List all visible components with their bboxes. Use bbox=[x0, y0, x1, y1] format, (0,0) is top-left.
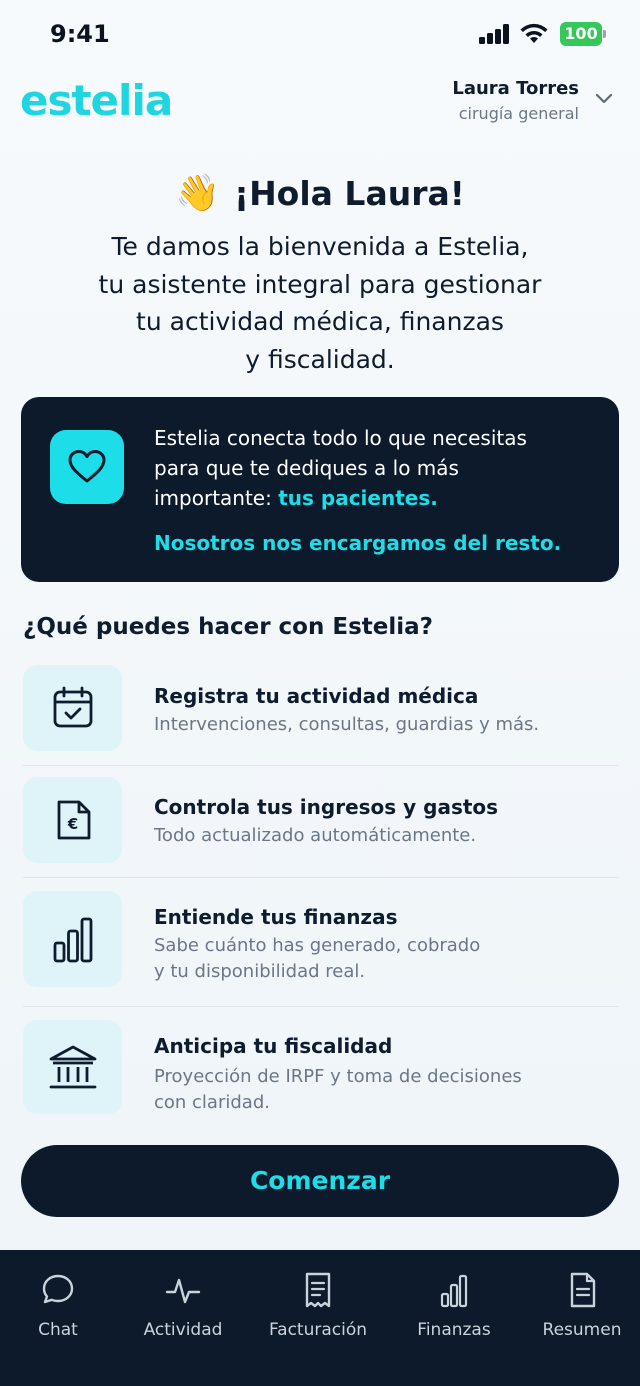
feature-description: Proyección de IRPF y toma de decisiones … bbox=[154, 1064, 574, 1116]
feature-desc-line: Sabe cuánto has generado, cobrado bbox=[154, 935, 481, 956]
promo-cta: Nosotros nos encargamos del resto. bbox=[154, 531, 562, 555]
feature-desc-line: Todo actualizado automáticamente. bbox=[154, 825, 477, 846]
tab-label: Finanzas bbox=[417, 1320, 491, 1340]
tab-facturacion[interactable]: Facturación bbox=[263, 1270, 373, 1340]
promo-line: Estelia conecta todo lo que necesitas bbox=[154, 426, 527, 450]
intro-line: Te damos la bienvenida a Estelia, bbox=[111, 232, 529, 261]
promo-line: importante: tus pacientes. bbox=[154, 483, 594, 513]
wifi-icon bbox=[520, 23, 548, 43]
app-logo: estelia bbox=[20, 76, 173, 125]
waving-hand-icon: 👋 bbox=[175, 173, 221, 214]
tab-label: Chat bbox=[38, 1320, 78, 1340]
feature-icon-box bbox=[23, 1020, 122, 1114]
promo-text: Estelia conecta todo lo que necesitas pa… bbox=[154, 423, 594, 513]
user-role[interactable]: cirugía general bbox=[459, 104, 579, 123]
intro-text: Te damos la bienvenida a Estelia, tu asi… bbox=[60, 228, 580, 378]
promo-line: para que te dediques a lo más bbox=[154, 456, 459, 480]
feature-description: Intervenciones, consultas, guardias y má… bbox=[154, 712, 574, 738]
status-bar: 9:41 100 bbox=[0, 0, 640, 70]
svg-text:€: € bbox=[66, 815, 77, 833]
feature-item: Entiende tus finanzas Sabe cuánto has ge… bbox=[23, 891, 619, 987]
feature-item: Registra tu actividad médica Intervencio… bbox=[23, 665, 619, 751]
tab-bar: Chat Actividad Facturación Finanzas Resu… bbox=[0, 1250, 640, 1386]
intro-line: y fiscalidad. bbox=[245, 344, 395, 374]
feature-item: € Controla tus ingresos y gastos Todo ac… bbox=[23, 777, 619, 863]
tab-label: Actividad bbox=[143, 1320, 223, 1340]
bar-chart-icon bbox=[440, 1274, 468, 1308]
tab-label: Facturación bbox=[268, 1320, 368, 1340]
feature-description: Sabe cuánto has generado, cobrado y tu d… bbox=[154, 933, 574, 985]
greeting-title: ¡Hola Laura! bbox=[234, 174, 465, 213]
feature-desc-line: Intervenciones, consultas, guardias y má… bbox=[154, 714, 540, 735]
pulse-icon bbox=[165, 1278, 201, 1304]
chevron-down-icon[interactable] bbox=[594, 92, 614, 106]
tab-resumen[interactable]: Resumen bbox=[537, 1270, 627, 1340]
battery-indicator: 100 bbox=[560, 22, 602, 46]
feature-title: Anticipa tu fiscalidad bbox=[154, 1034, 393, 1058]
promo-card: Estelia conecta todo lo que necesitas pa… bbox=[21, 397, 619, 582]
tab-finanzas[interactable]: Finanzas bbox=[409, 1270, 499, 1340]
feature-desc-line: con claridad. bbox=[154, 1092, 270, 1113]
feature-description: Todo actualizado automáticamente. bbox=[154, 823, 574, 849]
feature-icon-box: € bbox=[23, 777, 122, 863]
start-button[interactable]: Comenzar bbox=[21, 1145, 619, 1217]
heart-icon bbox=[68, 450, 106, 483]
feature-desc-line: y tu disponibilidad real. bbox=[154, 961, 366, 982]
calendar-check-icon bbox=[53, 686, 92, 728]
bank-icon bbox=[49, 1045, 96, 1089]
intro-line: tu actividad médica, finanzas bbox=[136, 307, 504, 336]
tab-chat[interactable]: Chat bbox=[18, 1270, 98, 1340]
intro-line: tu asistente integral para gestionar bbox=[98, 269, 542, 299]
status-time: 9:41 bbox=[50, 20, 110, 48]
feature-title: Registra tu actividad médica bbox=[154, 684, 479, 708]
cellular-signal-icon bbox=[479, 24, 511, 44]
document-icon bbox=[570, 1272, 596, 1308]
divider bbox=[23, 765, 619, 766]
divider bbox=[23, 877, 619, 878]
receipt-icon bbox=[305, 1272, 331, 1308]
divider bbox=[23, 1006, 619, 1007]
section-title: ¿Qué puedes hacer con Estelia? bbox=[23, 614, 433, 640]
feature-icon-box bbox=[23, 665, 122, 751]
promo-highlight: tus pacientes. bbox=[278, 486, 438, 510]
feature-title: Entiende tus finanzas bbox=[154, 905, 398, 929]
heart-icon-box bbox=[50, 430, 124, 504]
feature-title: Controla tus ingresos y gastos bbox=[154, 795, 499, 819]
euro-document-icon: € bbox=[57, 800, 90, 840]
tab-actividad[interactable]: Actividad bbox=[133, 1270, 233, 1340]
user-name[interactable]: Laura Torres bbox=[452, 78, 579, 99]
feature-item: Anticipa tu fiscalidad Proyección de IRP… bbox=[23, 1020, 619, 1114]
tab-label: Resumen bbox=[542, 1320, 622, 1340]
bar-chart-icon bbox=[53, 917, 92, 963]
feature-icon-box bbox=[23, 891, 122, 987]
battery-cap bbox=[603, 30, 606, 38]
greeting-heading: 👋 ¡Hola Laura! bbox=[0, 172, 640, 214]
feature-desc-line: Proyección de IRPF y toma de decisiones bbox=[154, 1066, 522, 1087]
promo-line-prefix: importante: bbox=[154, 486, 279, 510]
chat-bubble-icon bbox=[42, 1274, 74, 1304]
